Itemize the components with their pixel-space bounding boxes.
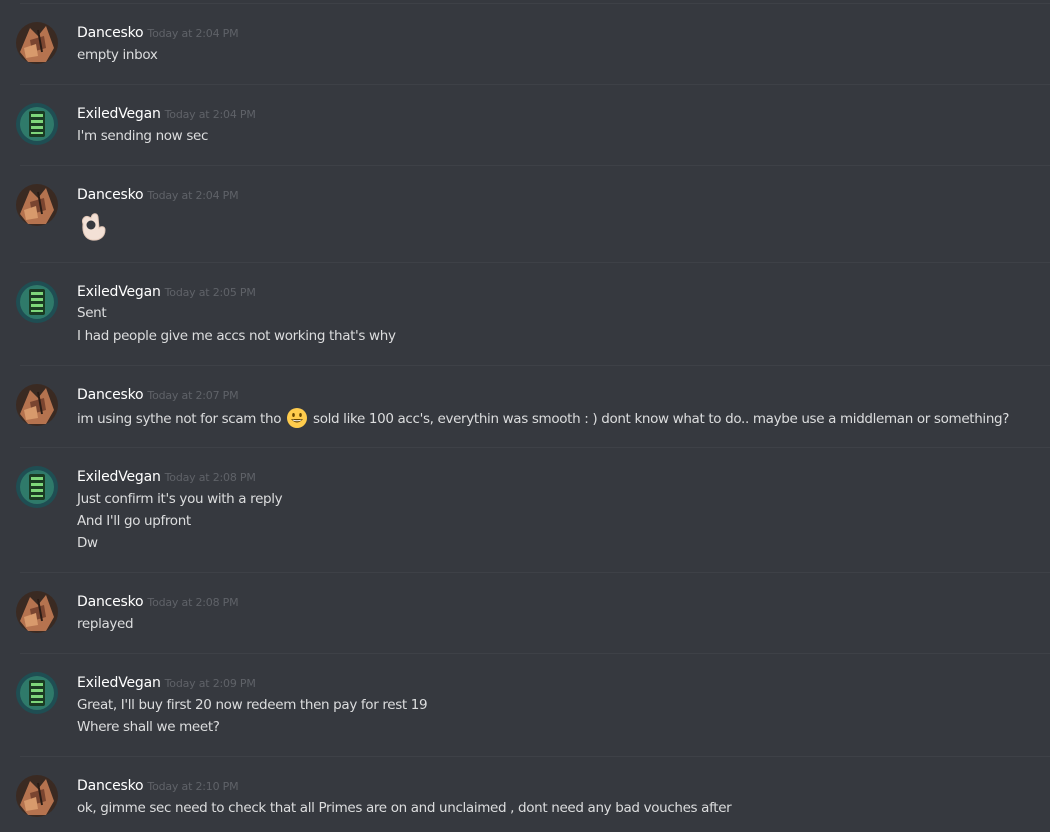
timestamp: Today at 2:10 PM bbox=[147, 780, 239, 793]
message-text: I'm sending now sec bbox=[77, 128, 209, 144]
avatar-dancesko[interactable] bbox=[16, 591, 58, 633]
message-text: ok, gimme sec need to check that all Pri… bbox=[77, 800, 732, 816]
message-text: im using sythe not for scam tho sold lik… bbox=[77, 407, 1009, 429]
message-divider bbox=[20, 756, 1050, 757]
avatar-dancesko[interactable] bbox=[16, 775, 58, 817]
timestamp: Today at 2:04 PM bbox=[164, 108, 256, 121]
message-text-part: sold like 100 acc's, everythin was smoot… bbox=[313, 411, 1010, 427]
avatar-exiledvegan[interactable] bbox=[16, 103, 58, 145]
timestamp: Today at 2:07 PM bbox=[147, 389, 239, 402]
message-divider bbox=[20, 84, 1050, 85]
message-text: empty inbox bbox=[77, 47, 158, 63]
message-text: Great, I'll buy first 20 now redeem then… bbox=[77, 697, 428, 713]
message-text: Sent bbox=[77, 305, 107, 321]
message-divider bbox=[20, 572, 1050, 573]
message-header: Dancesko Today at 2:04 PM bbox=[77, 22, 239, 42]
message-divider bbox=[20, 447, 1050, 448]
username[interactable]: ExiledVegan bbox=[77, 106, 161, 122]
username[interactable]: Dancesko bbox=[77, 594, 144, 610]
message-divider bbox=[20, 262, 1050, 263]
message-text: Just confirm it's you with a reply bbox=[77, 491, 283, 507]
timestamp: Today at 2:04 PM bbox=[147, 27, 239, 40]
smiley-emoji[interactable] bbox=[286, 407, 308, 429]
ok-hand-emoji[interactable] bbox=[77, 208, 111, 242]
message-divider bbox=[20, 365, 1050, 366]
username[interactable]: ExiledVegan bbox=[77, 469, 161, 485]
message-header: Dancesko Today at 2:08 PM bbox=[77, 591, 239, 611]
message-text: And I'll go upfront bbox=[77, 513, 191, 529]
avatar-dancesko[interactable] bbox=[16, 22, 58, 64]
message-divider bbox=[20, 653, 1050, 654]
message-text: Where shall we meet? bbox=[77, 719, 220, 735]
username[interactable]: ExiledVegan bbox=[77, 284, 161, 300]
username[interactable]: Dancesko bbox=[77, 25, 144, 41]
avatar-dancesko[interactable] bbox=[16, 184, 58, 226]
username[interactable]: Dancesko bbox=[77, 778, 144, 794]
timestamp: Today at 2:09 PM bbox=[164, 677, 256, 690]
message-divider bbox=[20, 3, 1050, 4]
timestamp: Today at 2:08 PM bbox=[164, 471, 256, 484]
avatar-exiledvegan[interactable] bbox=[16, 672, 58, 714]
message-text: I had people give me accs not working th… bbox=[77, 328, 396, 344]
username[interactable]: Dancesko bbox=[77, 387, 144, 403]
message-header: ExiledVegan Today at 2:08 PM bbox=[77, 466, 256, 486]
message-text: Dw bbox=[77, 535, 98, 551]
message-header: Dancesko Today at 2:04 PM bbox=[77, 184, 239, 204]
message-header: Dancesko Today at 2:10 PM bbox=[77, 775, 239, 795]
message-header: ExiledVegan Today at 2:05 PM bbox=[77, 281, 256, 301]
timestamp: Today at 2:08 PM bbox=[147, 596, 239, 609]
chat-message-list[interactable]: Dancesko Today at 2:04 PM empty inbox Exi… bbox=[0, 0, 1050, 832]
username[interactable]: Dancesko bbox=[77, 187, 144, 203]
message-text: replayed bbox=[77, 616, 134, 632]
timestamp: Today at 2:05 PM bbox=[164, 286, 256, 299]
message-header: ExiledVegan Today at 2:09 PM bbox=[77, 672, 256, 692]
avatar-exiledvegan[interactable] bbox=[16, 466, 58, 508]
message-header: Dancesko Today at 2:07 PM bbox=[77, 384, 239, 404]
username[interactable]: ExiledVegan bbox=[77, 675, 161, 691]
message-text-part: im using sythe not for scam tho bbox=[77, 411, 282, 427]
message-header: ExiledVegan Today at 2:04 PM bbox=[77, 103, 256, 123]
message-divider bbox=[20, 165, 1050, 166]
avatar-exiledvegan[interactable] bbox=[16, 281, 58, 323]
avatar-dancesko[interactable] bbox=[16, 384, 58, 426]
timestamp: Today at 2:04 PM bbox=[147, 189, 239, 202]
